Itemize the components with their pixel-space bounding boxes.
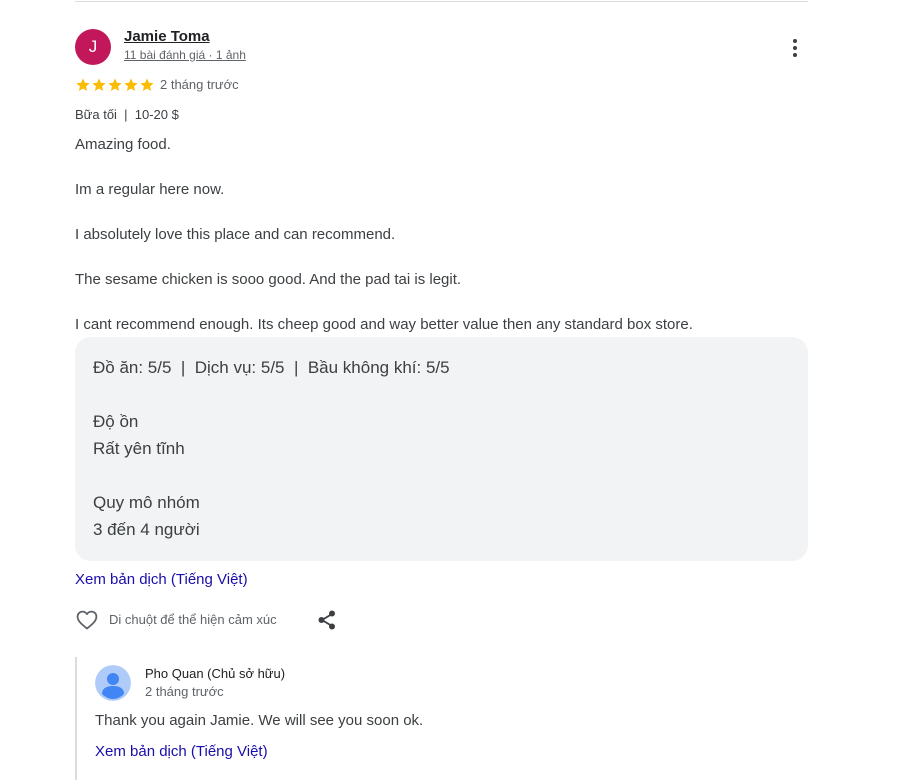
reply-bar (75, 657, 77, 780)
noise-value: Rất yên tĩnh (93, 439, 185, 458)
review-paragraph: I absolutely love this place and can rec… (75, 226, 396, 243)
default-user-avatar-icon[interactable] (95, 665, 131, 701)
group-size-value: 3 đến 4 người (93, 520, 200, 539)
translate-link[interactable]: Xem bản dịch (Tiếng Việt) (75, 571, 248, 588)
star-icon (108, 78, 122, 91)
heart-outline-icon[interactable] (75, 608, 99, 632)
review-time: 2 tháng trước (160, 77, 239, 92)
owner-name: Pho Quan (Chủ sở hữu) (145, 666, 286, 681)
star-icon (140, 78, 154, 91)
ratings-box: Đồ ăn: 5/5 | Dịch vụ: 5/5 | Bầu không kh… (75, 337, 808, 561)
reaction-hint: Di chuột để thể hiện cảm xúc (109, 612, 277, 627)
star-icon (76, 78, 90, 91)
share-icon[interactable] (316, 609, 338, 631)
group-size-label: Quy mô nhóm (93, 493, 200, 512)
star-icon (92, 78, 106, 91)
reviewer-name-link[interactable]: Jamie Toma (124, 28, 210, 45)
meal-price-line: Bữa tối | 10-20 $ (75, 107, 179, 122)
star-icon (124, 78, 138, 91)
review-paragraph: Im a regular here now. (75, 181, 225, 198)
review-paragraph: Amazing food. (75, 136, 171, 153)
reviewer-avatar[interactable]: J (75, 29, 111, 65)
more-vert-icon[interactable] (784, 36, 806, 60)
ratings-line: Đồ ăn: 5/5 | Dịch vụ: 5/5 | Bầu không kh… (93, 358, 450, 377)
top-divider (75, 1, 808, 2)
owner-reply-time: 2 tháng trước (145, 684, 224, 699)
owner-translate-link[interactable]: Xem bản dịch (Tiếng Việt) (95, 743, 268, 760)
star-rating (75, 77, 155, 93)
noise-label: Độ ồn (93, 412, 139, 431)
reviewer-meta-link[interactable]: 11 bài đánh giá · 1 ảnh (124, 48, 246, 62)
review-text: Amazing food. Im a regular here now. I a… (75, 134, 815, 359)
review-paragraph: I cant recommend enough. Its cheep good … (75, 316, 693, 333)
review-paragraph: The sesame chicken is sooo good. And the… (75, 271, 462, 288)
owner-reply-text: Thank you again Jamie. We will see you s… (95, 712, 424, 729)
